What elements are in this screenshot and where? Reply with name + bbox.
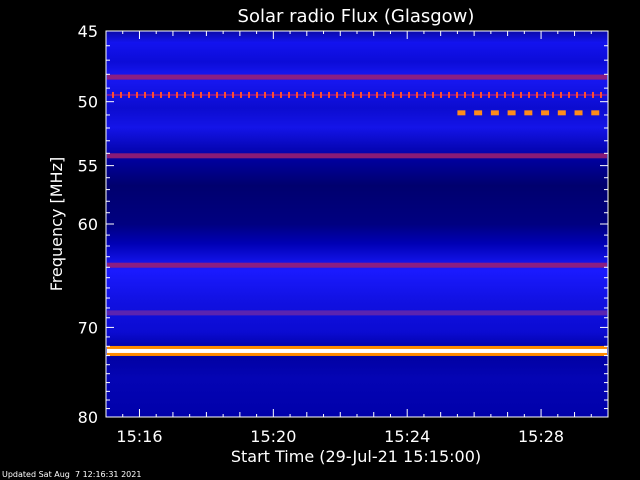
y-tick-label: 55: [78, 157, 98, 176]
burst-mark: [490, 110, 499, 116]
interference-dot: [408, 91, 410, 98]
interference-dot: [456, 91, 458, 98]
spectrogram-chart: Solar radio Flux (Glasgow) 45 50 55 60 70 80 1…: [47, 6, 609, 466]
interference-dot: [584, 91, 586, 98]
interference-dot: [176, 91, 178, 98]
interference-dot: [560, 91, 562, 98]
spectral-band: [107, 310, 607, 316]
interference-dot: [136, 91, 138, 98]
interference-dot: [520, 91, 522, 98]
interference-dot: [160, 91, 162, 98]
interference-dot: [528, 91, 530, 98]
interference-dot: [416, 91, 418, 98]
plot-background: [106, 31, 608, 417]
burst-mark: [541, 110, 550, 116]
y-tick-label: 80: [78, 408, 98, 427]
interference-dot: [344, 91, 346, 98]
interference-dot: [512, 91, 514, 98]
interference-dot: [448, 91, 450, 98]
interference-dot: [184, 91, 186, 98]
burst-mark: [474, 110, 483, 116]
interference-dot: [504, 91, 506, 98]
interference-dot: [328, 91, 330, 98]
burst-mark: [574, 110, 583, 116]
y-tick-label: 70: [78, 318, 98, 337]
spectral-band: [107, 348, 607, 353]
interference-dot: [168, 91, 170, 98]
interference-dot: [592, 91, 594, 98]
interference-dot: [112, 91, 114, 98]
interference-dot: [464, 91, 466, 98]
interference-dot: [264, 91, 266, 98]
interference-dot: [248, 91, 250, 98]
interference-dot: [224, 91, 226, 98]
burst-mark: [507, 110, 516, 116]
interference-dot: [288, 91, 290, 98]
interference-dot: [352, 91, 354, 98]
interference-dot: [384, 91, 386, 98]
interference-dot: [568, 91, 570, 98]
interference-dot: [120, 91, 122, 98]
interference-dot: [240, 91, 242, 98]
interference-dot: [544, 91, 546, 98]
interference-dot: [304, 91, 306, 98]
interference-dot: [392, 91, 394, 98]
interference-dot: [440, 91, 442, 98]
updated-timestamp: Updated Sat Aug 7 12:16:31 2021: [2, 470, 142, 479]
chart-title: Solar radio Flux (Glasgow): [238, 6, 475, 27]
x-axis-label: Start Time (29-Jul-21 15:15:00): [231, 447, 481, 466]
interference-dot: [472, 91, 474, 98]
interference-dot: [280, 91, 282, 98]
spectral-band: [107, 153, 607, 159]
spectral-band: [107, 93, 607, 96]
interference-dot: [376, 91, 378, 98]
interference-dot: [576, 91, 578, 98]
interference-dot: [336, 91, 338, 98]
y-tick-label: 50: [78, 93, 98, 112]
interference-dot: [480, 91, 482, 98]
interference-dot: [216, 91, 218, 98]
burst-mark: [557, 110, 566, 116]
interference-dot: [320, 91, 322, 98]
interference-dot: [256, 91, 258, 98]
y-axis-label: Frequency [MHz]: [47, 157, 66, 291]
x-tick-label: 15:24: [384, 427, 430, 446]
interference-dot: [496, 91, 498, 98]
burst-mark: [457, 110, 466, 116]
interference-dot: [400, 91, 402, 98]
interference-dot: [208, 91, 210, 98]
interference-dot: [128, 91, 130, 98]
interference-dot: [144, 91, 146, 98]
interference-dot: [432, 91, 434, 98]
interference-dot: [272, 91, 274, 98]
burst-mark: [524, 110, 533, 116]
x-tick-label: 15:20: [250, 427, 296, 446]
interference-dot: [296, 91, 298, 98]
interference-dot: [360, 91, 362, 98]
interference-dot: [424, 91, 426, 98]
x-tick-label: 15:16: [116, 427, 162, 446]
x-tick-label: 15:28: [518, 427, 564, 446]
interference-dot: [552, 91, 554, 98]
interference-dot: [192, 91, 194, 98]
burst-mark: [591, 110, 600, 116]
y-tick-label: 60: [78, 215, 98, 234]
interference-dot: [232, 91, 234, 98]
interference-dot: [600, 91, 602, 98]
spectral-band: [107, 74, 607, 80]
interference-dot: [536, 91, 538, 98]
spectral-band: [107, 262, 607, 268]
interference-dot: [200, 91, 202, 98]
interference-dot: [368, 91, 370, 98]
interference-dot: [312, 91, 314, 98]
interference-dot: [152, 91, 154, 98]
interference-dot: [488, 91, 490, 98]
y-tick-label: 45: [78, 22, 98, 41]
